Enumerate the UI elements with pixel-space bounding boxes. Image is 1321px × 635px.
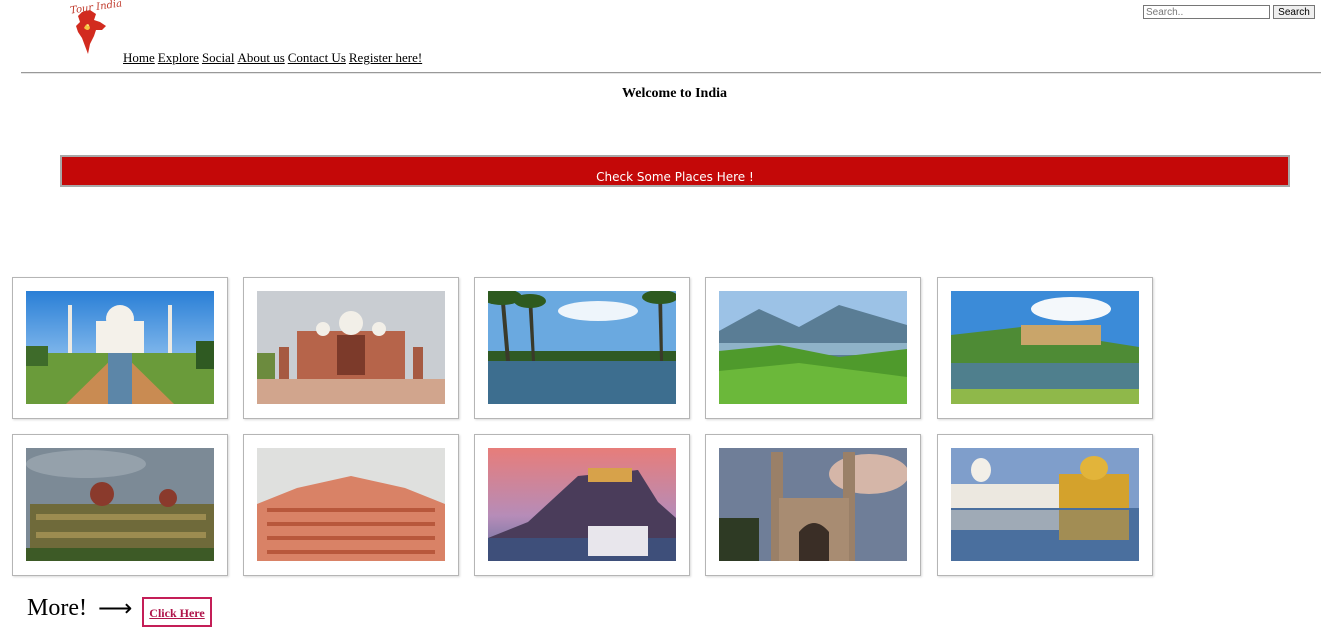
golden-temple-photo xyxy=(951,448,1139,561)
kerala-backwaters-photo xyxy=(488,291,676,404)
more-label: More! xyxy=(27,595,87,621)
munnar-hills-photo xyxy=(719,291,907,404)
nav-explore[interactable]: Explore xyxy=(158,50,199,65)
search-button[interactable]: Search xyxy=(1273,5,1315,19)
nav-about-us[interactable]: About us xyxy=(237,50,284,65)
nav-register[interactable]: Register here! xyxy=(349,50,422,65)
gallery-card[interactable] xyxy=(12,277,228,419)
gallery-card[interactable] xyxy=(243,277,459,419)
hawa-mahal-photo xyxy=(257,448,445,561)
gallery-card[interactable] xyxy=(937,434,1153,576)
main-nav: Home Explore Social About us Contact Us Regis… xyxy=(123,50,425,66)
taj-mahal-photo xyxy=(26,291,214,404)
click-here-link[interactable]: Click Here xyxy=(142,597,212,627)
nav-social[interactable]: Social xyxy=(202,50,235,65)
gallery-card[interactable] xyxy=(705,277,921,419)
charminar-photo xyxy=(719,448,907,561)
nav-contact-us[interactable]: Contact Us xyxy=(288,50,346,65)
search-input[interactable] xyxy=(1143,5,1270,19)
nav-home[interactable]: Home xyxy=(123,50,155,65)
mehrangarh-fort-photo xyxy=(488,448,676,561)
gallery-card[interactable] xyxy=(937,277,1153,419)
amer-fort-photo xyxy=(951,291,1139,404)
gallery-card[interactable] xyxy=(474,277,690,419)
gallery-card[interactable] xyxy=(705,434,921,576)
red-mosque-photo xyxy=(257,291,445,404)
site-logo[interactable]: Tour India xyxy=(68,0,123,58)
places-banner: Check Some Places Here ! xyxy=(60,155,1290,187)
gallery-card[interactable] xyxy=(474,434,690,576)
gallery-card[interactable] xyxy=(12,434,228,576)
right-arrow-icon: ⟶ xyxy=(98,596,133,622)
page-title: Welcome to India xyxy=(622,86,727,101)
header-divider xyxy=(21,72,1321,74)
gallery-card[interactable] xyxy=(243,434,459,576)
taj-hotel-mumbai-photo xyxy=(26,448,214,561)
